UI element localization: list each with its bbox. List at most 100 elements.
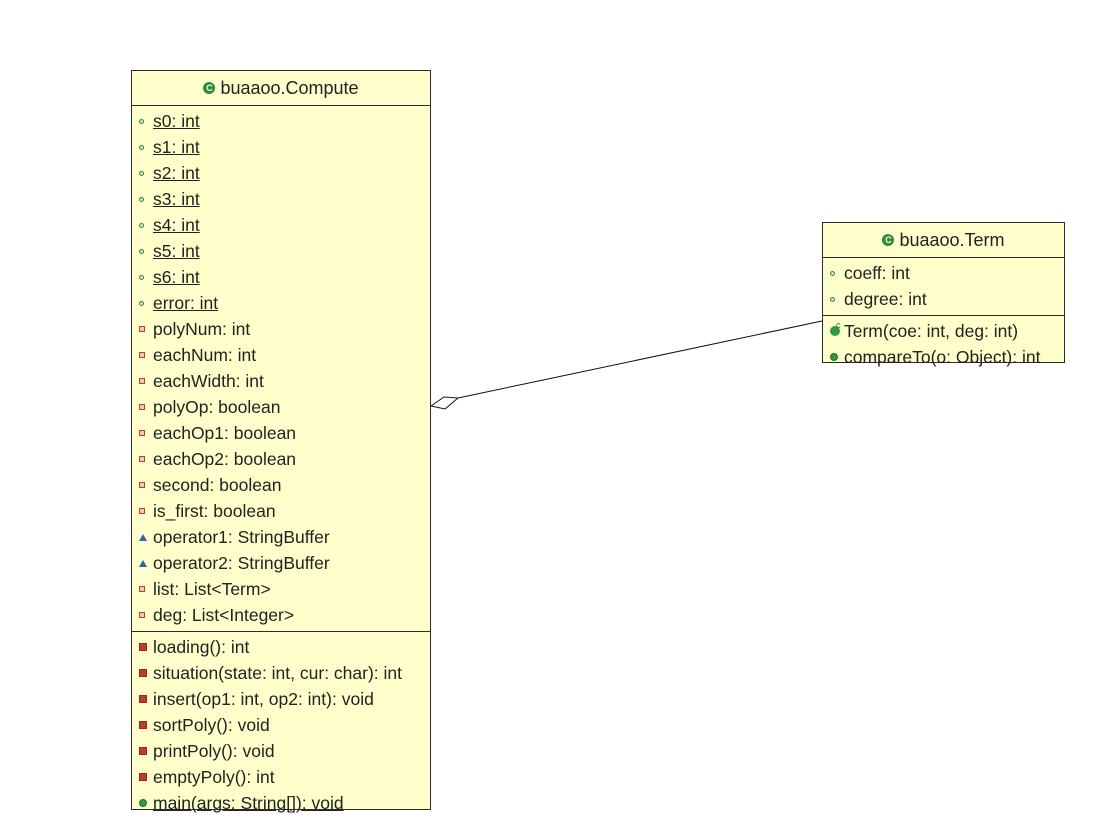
class-icon: C [882, 234, 895, 246]
field-row[interactable]: list: List<Term> [132, 576, 430, 602]
visibility-sq-icon [139, 586, 153, 592]
class-compute-header: C buaaoo.Compute [132, 71, 430, 106]
class-icon: C [203, 82, 216, 94]
visibility-ctor-icon [830, 320, 844, 336]
field-row[interactable]: s6: int [132, 264, 430, 290]
field-label: s4: int [153, 214, 200, 235]
field-label: error: int [153, 292, 219, 313]
visibility-tri-icon [139, 559, 153, 567]
method-label: printPoly(): void [153, 740, 275, 761]
field-label: s3: int [153, 188, 200, 209]
visibility-dot-m-icon [139, 799, 153, 807]
field-row[interactable]: s0: int [132, 108, 430, 134]
field-row[interactable]: polyNum: int [132, 316, 430, 342]
method-row[interactable]: situation(state: int, cur: char): int [132, 660, 430, 686]
method-row[interactable]: Term(coe: int, deg: int) [823, 318, 1064, 344]
method-label: compareTo(o: Object): int [844, 346, 1041, 367]
method-row[interactable]: compareTo(o: Object): int [823, 344, 1064, 370]
visibility-sq-m-icon [139, 695, 153, 703]
field-row[interactable]: eachOp2: boolean [132, 446, 430, 472]
method-label: situation(state: int, cur: char): int [153, 662, 402, 683]
method-row[interactable]: insert(op1: int, op2: int): void [132, 686, 430, 712]
field-label: eachWidth: int [153, 370, 264, 391]
method-label: emptyPoly(): int [153, 766, 275, 787]
field-row[interactable]: s3: int [132, 186, 430, 212]
class-compute[interactable]: C buaaoo.Compute s0: int s1: int s2: int s3… [131, 70, 431, 813]
field-row[interactable]: s4: int [132, 212, 430, 238]
field-label: s6: int [153, 266, 200, 287]
visibility-sq-m-icon [139, 773, 153, 781]
visibility-sq-icon [139, 326, 153, 332]
field-label: deg: List<Integer> [153, 604, 295, 625]
visibility-dot-m-icon [830, 353, 844, 361]
method-row[interactable]: printPoly(): void [132, 738, 430, 764]
field-row[interactable]: is_first: boolean [132, 498, 430, 524]
visibility-dot-icon [139, 300, 153, 306]
field-label: s5: int [153, 240, 200, 261]
visibility-sq-icon [139, 378, 153, 384]
field-row[interactable]: eachNum: int [132, 342, 430, 368]
class-term-header: C buaaoo.Term [823, 223, 1064, 258]
field-label: operator1: StringBuffer [153, 526, 330, 547]
field-row[interactable]: deg: List<Integer> [132, 602, 430, 628]
field-row[interactable]: eachWidth: int [132, 368, 430, 394]
visibility-sq-icon [139, 508, 153, 514]
field-label: operator2: StringBuffer [153, 552, 330, 573]
method-label: main(args: String[]): void [153, 792, 344, 813]
association-line [457, 320, 823, 399]
visibility-sq-icon [139, 404, 153, 410]
visibility-sq-m-icon [139, 643, 153, 651]
method-row[interactable]: sortPoly(): void [132, 712, 430, 738]
method-row[interactable]: emptyPoly(): int [132, 764, 430, 790]
class-term-fields: coeff: int degree: int [823, 258, 1064, 316]
visibility-sq-icon [139, 482, 153, 488]
visibility-dot-icon [139, 248, 153, 254]
visibility-dot-icon [830, 296, 844, 302]
field-row[interactable]: coeff: int [823, 260, 1064, 286]
field-label: s0: int [153, 110, 200, 131]
field-row[interactable]: second: boolean [132, 472, 430, 498]
field-label: polyOp: boolean [153, 396, 281, 417]
field-label: eachNum: int [153, 344, 257, 365]
method-row[interactable]: loading(): int [132, 634, 430, 660]
field-row[interactable]: operator2: StringBuffer [132, 550, 430, 576]
visibility-dot-icon [830, 270, 844, 276]
field-label: polyNum: int [153, 318, 251, 339]
class-term-methods: Term(coe: int, deg: int) compareTo(o: Obj… [823, 316, 1064, 373]
field-row[interactable]: operator1: StringBuffer [132, 524, 430, 550]
field-row[interactable]: eachOp1: boolean [132, 420, 430, 446]
class-term-title: buaaoo.Term [899, 229, 1005, 250]
class-term[interactable]: C buaaoo.Term coeff: int degree: int Term… [822, 222, 1065, 367]
field-row[interactable]: s5: int [132, 238, 430, 264]
visibility-dot-icon [139, 170, 153, 176]
class-compute-fields: s0: int s1: int s2: int s3: int s4: int s5: i… [132, 106, 430, 632]
visibility-dot-icon [139, 222, 153, 228]
field-row[interactable]: s2: int [132, 160, 430, 186]
field-row[interactable]: s1: int [132, 134, 430, 160]
visibility-sq-icon [139, 352, 153, 358]
class-compute-methods: loading(): int situation(state: int, cur:… [132, 632, 430, 819]
visibility-tri-icon [139, 533, 153, 541]
aggregation-diamond [429, 396, 460, 410]
method-label: loading(): int [153, 636, 250, 657]
visibility-sq-m-icon [139, 669, 153, 677]
field-label: coeff: int [844, 262, 910, 283]
field-row[interactable]: polyOp: boolean [132, 394, 430, 420]
visibility-sq-icon [139, 456, 153, 462]
field-label: second: boolean [153, 474, 282, 495]
visibility-dot-icon [139, 274, 153, 280]
field-label: degree: int [844, 288, 927, 309]
visibility-sq-m-icon [139, 747, 153, 755]
field-label: s2: int [153, 162, 200, 183]
field-label: is_first: boolean [153, 500, 276, 521]
method-label: sortPoly(): void [153, 714, 270, 735]
method-label: insert(op1: int, op2: int): void [153, 688, 374, 709]
method-row[interactable]: main(args: String[]): void [132, 790, 430, 816]
field-row[interactable]: error: int [132, 290, 430, 316]
visibility-sq-icon [139, 430, 153, 436]
field-row[interactable]: degree: int [823, 286, 1064, 312]
field-label: s1: int [153, 136, 200, 157]
visibility-dot-icon [139, 196, 153, 202]
visibility-sq-m-icon [139, 721, 153, 729]
visibility-dot-icon [139, 144, 153, 150]
